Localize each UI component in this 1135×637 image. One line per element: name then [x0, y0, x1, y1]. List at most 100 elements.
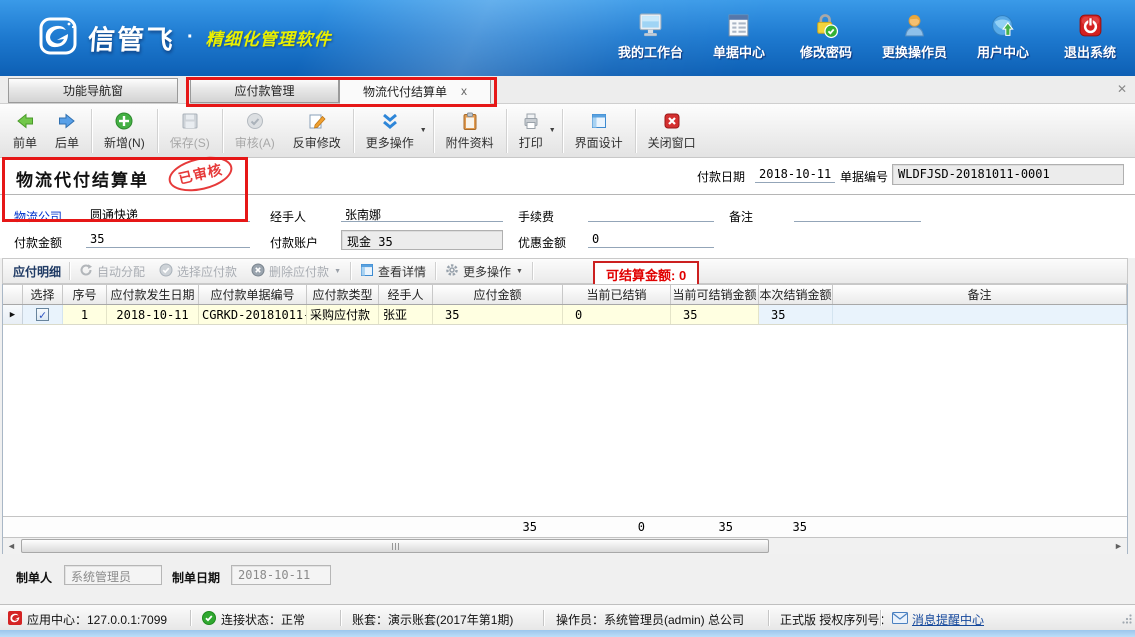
header-action-label: 用户中心 [977, 42, 1029, 61]
grid-header-this-settle[interactable]: 本次结销金额 [759, 285, 833, 304]
add-new-button[interactable]: 新增(N) [95, 108, 154, 154]
status-separator [190, 610, 191, 626]
payment-date-field[interactable]: 2018-10-11 [755, 166, 835, 183]
scroll-right-icon[interactable]: ► [1110, 538, 1127, 554]
status-license: 正式版 授权序列号： [780, 611, 891, 628]
globe-icon [990, 9, 1017, 39]
scroll-left-icon[interactable]: ◄ [3, 538, 20, 554]
window-layout-icon [589, 111, 609, 131]
next-doc-button[interactable]: 后单 [46, 108, 88, 154]
creator-label: 制单人 [16, 569, 52, 586]
fee-label: 手续费 [518, 208, 554, 225]
header-action-doc-center[interactable]: 单据中心 [708, 9, 770, 61]
audit-button[interactable]: 审核(A) [226, 108, 284, 154]
row-select-cell[interactable]: ✓ [23, 305, 63, 324]
panel-close-icon[interactable]: ✕ [1117, 82, 1127, 96]
fee-field[interactable] [588, 205, 714, 222]
header-action-change-password[interactable]: 修改密码 [795, 9, 857, 61]
payment-account-field[interactable]: 现金 35 [341, 230, 503, 250]
toolbar-label: 新增(N) [104, 134, 145, 151]
cell-remark[interactable] [833, 305, 1127, 324]
save-button[interactable]: 保存(S) [161, 108, 219, 154]
logistics-company-label[interactable]: 物流公司 [14, 208, 62, 225]
grid-header-settled[interactable]: 当前已结销 [563, 285, 671, 304]
grid-header-payable[interactable]: 应付金额 [433, 285, 563, 304]
row-indicator-icon: ▶ [10, 310, 15, 320]
payment-amount-field[interactable]: 35 [86, 231, 250, 248]
tab-function-nav[interactable]: 功能导航窗 [8, 78, 178, 103]
detail-more-operations-button[interactable]: 更多操作 ▼ [438, 261, 530, 282]
toolbar-label: 关闭窗口 [648, 134, 696, 151]
more-operations-button[interactable]: 更多操作 [357, 108, 423, 154]
document-title: 物流代付结算单 [16, 166, 149, 191]
total-payable: 35 [433, 517, 563, 537]
header-action-label: 修改密码 [800, 42, 852, 61]
payables-grid: 选择 序号 应付款发生日期 应付款单据编号 应付款类型 经手人 应付金额 当前已… [2, 284, 1128, 555]
reverse-audit-button[interactable]: 反审修改 [284, 108, 350, 154]
status-bar: 应用中心：127.0.0.1:7099 连接状态：正常 账套：演示账套(2017… [0, 604, 1135, 630]
scrollbar-thumb[interactable] [21, 539, 769, 553]
header-actions: 我的工作台 单据中心 修改密码 更换操作员 [618, 9, 1121, 61]
resize-grip-icon[interactable] [1122, 613, 1132, 627]
close-window-button[interactable]: 关闭窗口 [639, 108, 705, 154]
discount-label: 优惠金额 [518, 234, 566, 251]
logistics-company-field[interactable]: 圆通快递 [86, 205, 250, 222]
header-action-switch-operator[interactable]: 更换操作员 [882, 9, 947, 61]
grid-header-remark[interactable]: 备注 [833, 285, 1127, 304]
delete-payable-button[interactable]: 删除应付款 ▼ [244, 261, 348, 282]
handler-field[interactable]: 张南娜 [341, 205, 503, 222]
grid-empty-area [3, 325, 1127, 516]
cell-date: 2018-10-11 [107, 305, 199, 324]
print-caret-icon[interactable]: ▼ [549, 127, 556, 134]
detail-window-icon [360, 263, 374, 280]
create-date-label: 制单日期 [172, 569, 220, 586]
tab-label: 物流代付结算单 [363, 83, 447, 100]
monitor-icon [637, 9, 664, 39]
discount-field[interactable]: 0 [588, 231, 714, 248]
title-bar: 信管飞 · 精细化管理软件 我的工作台 单据中心 修改密码 [0, 0, 1135, 76]
header-action-label: 单据中心 [713, 42, 765, 61]
grid-header-date[interactable]: 应付款发生日期 [107, 285, 199, 304]
clipboard-icon [460, 111, 480, 131]
grid-header-type[interactable]: 应付款类型 [307, 285, 379, 304]
tab-logistics-settlement[interactable]: 物流代付结算单 x [339, 78, 491, 104]
grid-header-handler[interactable]: 经手人 [379, 285, 433, 304]
more-operations-caret-icon[interactable]: ▼ [420, 127, 427, 134]
message-center-link[interactable]: 消息提醒中心 [912, 611, 984, 628]
payment-account-label: 付款账户 [270, 234, 318, 251]
tab-label: 功能导航窗 [63, 82, 123, 99]
grid-header-seq[interactable]: 序号 [63, 285, 107, 304]
toolbar-label: 后单 [55, 134, 79, 151]
grid-header-docno[interactable]: 应付款单据编号 [199, 285, 307, 304]
auto-allocate-button[interactable]: 自动分配 [72, 261, 152, 282]
tab-payables-management[interactable]: 应付款管理 [190, 78, 339, 103]
row-checkbox[interactable]: ✓ [36, 308, 49, 321]
header-action-workbench[interactable]: 我的工作台 [618, 9, 683, 61]
cell-settleable: 35 [671, 305, 759, 324]
header-action-user-center[interactable]: 用户中心 [972, 9, 1034, 61]
header-action-exit[interactable]: 退出系统 [1059, 9, 1121, 61]
person-icon [901, 9, 928, 39]
table-row[interactable]: ▶ ✓ 1 2018-10-11 CGRKD-20181011-0005 采购应… [3, 305, 1127, 325]
attachments-button[interactable]: 附件资料 [437, 108, 503, 154]
print-button[interactable]: 打印 [510, 108, 552, 154]
tab-close-icon[interactable]: x [461, 84, 467, 98]
ui-design-button[interactable]: 界面设计 [566, 108, 632, 154]
power-icon [1077, 9, 1104, 39]
cell-this-settle[interactable]: 35 [759, 305, 833, 324]
grid-header-settleable[interactable]: 当前可结销金额 [671, 285, 759, 304]
row-indicator: ▶ [3, 305, 23, 324]
status-app-logo-icon [8, 611, 22, 628]
toolbar: 前单 后单 新增(N) 保存(S) 审核(A) 反审修改 更多操作 [0, 104, 1135, 158]
brand-separator: · [187, 26, 194, 49]
detail-separator [532, 262, 533, 280]
edit-pencil-icon [307, 111, 327, 131]
remark-field[interactable] [794, 205, 921, 222]
select-payable-button[interactable]: 选择应付款 [152, 261, 244, 282]
prev-doc-button[interactable]: 前单 [4, 108, 46, 154]
toolbar-label: 打印 [519, 134, 543, 151]
horizontal-scrollbar[interactable]: ◄ ► [3, 538, 1127, 555]
grid-header-select[interactable]: 选择 [23, 285, 63, 304]
cell-seq: 1 [63, 305, 107, 324]
view-detail-button[interactable]: 查看详情 [353, 261, 433, 282]
